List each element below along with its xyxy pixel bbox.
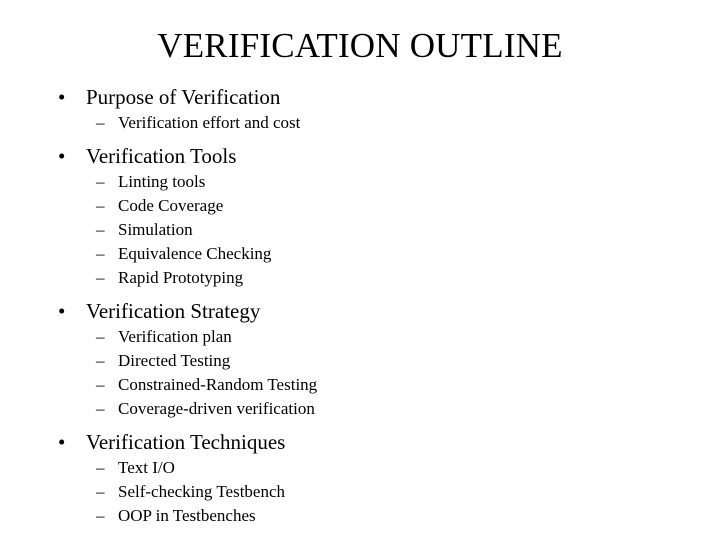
- bullet-dash-icon: –: [96, 196, 105, 215]
- bullet-item-level1[interactable]: • Verification Tools: [0, 143, 720, 170]
- bullet-item-level2-label: Verification plan: [118, 327, 232, 346]
- bullet-item-level1[interactable]: • Purpose of Verification: [0, 84, 720, 111]
- bullet-item-level2-label: Simulation: [118, 220, 193, 239]
- bullet-item-level2[interactable]: – Linting tools: [0, 170, 720, 194]
- bullet-item-level1-label: Verification Tools: [86, 144, 237, 168]
- bullet-dash-icon: –: [96, 482, 105, 501]
- bullet-dash-icon: –: [96, 172, 105, 191]
- bullet-dash-icon: –: [96, 220, 105, 239]
- bullet-dot-icon: •: [58, 85, 66, 109]
- bullet-item-level2-label: Text I/O: [118, 458, 175, 477]
- bullet-dash-icon: –: [96, 399, 105, 418]
- bullet-item-level2-label: Coverage-driven verification: [118, 399, 315, 418]
- bullet-item-level1-label: Verification Techniques: [86, 430, 286, 454]
- bullet-item-level2[interactable]: – Verification plan: [0, 325, 720, 349]
- bullet-item-level1-label: Purpose of Verification: [86, 85, 281, 109]
- bullet-item-level2[interactable]: – Directed Testing: [0, 349, 720, 373]
- bullet-dash-icon: –: [96, 113, 105, 132]
- outline-section-purpose-of-verification: • Purpose of Verification – Verification…: [0, 84, 720, 135]
- bullet-dash-icon: –: [96, 327, 105, 346]
- bullet-item-level1-label: Verification Strategy: [86, 299, 261, 323]
- bullet-item-level2[interactable]: – OOP in Testbenches: [0, 504, 720, 528]
- bullet-item-level2[interactable]: – Self-checking Testbench: [0, 480, 720, 504]
- outline-section-verification-tools: • Verification Tools – Linting tools – C…: [0, 143, 720, 290]
- bullet-item-level2-label: Code Coverage: [118, 196, 224, 215]
- page-title: VERIFICATION OUTLINE: [157, 26, 563, 65]
- bullet-dash-icon: –: [96, 458, 105, 477]
- bullet-item-level2[interactable]: – Simulation: [0, 218, 720, 242]
- presentation-slide: VERIFICATION OUTLINE • Purpose of Verifi…: [0, 0, 720, 540]
- bullet-dot-icon: •: [58, 144, 66, 168]
- bullet-item-level2-label: Constrained-Random Testing: [118, 375, 318, 394]
- bullet-item-level2[interactable]: – Coverage-driven verification: [0, 397, 720, 421]
- bullet-dash-icon: –: [96, 506, 105, 525]
- bullet-item-level2[interactable]: – Rapid Prototyping: [0, 266, 720, 290]
- bullet-item-level2-label: Self-checking Testbench: [118, 482, 286, 501]
- bullet-item-level2-label: Directed Testing: [118, 351, 231, 370]
- bullet-dot-icon: •: [58, 430, 66, 454]
- bullet-item-level2[interactable]: – Text I/O: [0, 456, 720, 480]
- bullet-item-level2[interactable]: – Code Coverage: [0, 194, 720, 218]
- bullet-item-level2-label: Equivalence Checking: [118, 244, 272, 263]
- bullet-item-level2-label: OOP in Testbenches: [118, 506, 256, 525]
- slide-content-body: • Purpose of Verification – Verification…: [0, 84, 720, 528]
- bullet-dot-icon: •: [58, 299, 66, 323]
- outline-section-verification-strategy: • Verification Strategy – Verification p…: [0, 298, 720, 421]
- bullet-dash-icon: –: [96, 244, 105, 263]
- bullet-item-level2-label: Linting tools: [118, 172, 206, 191]
- outline-section-verification-techniques: • Verification Techniques – Text I/O – S…: [0, 429, 720, 528]
- bullet-dash-icon: –: [96, 268, 105, 287]
- bullet-item-level2-label: Rapid Prototyping: [118, 268, 244, 287]
- bullet-item-level2-label: Verification effort and cost: [118, 113, 301, 132]
- bullet-item-level1[interactable]: • Verification Strategy: [0, 298, 720, 325]
- bullet-item-level2[interactable]: – Verification effort and cost: [0, 111, 720, 135]
- bullet-item-level2[interactable]: – Equivalence Checking: [0, 242, 720, 266]
- bullet-item-level1[interactable]: • Verification Techniques: [0, 429, 720, 456]
- bullet-dash-icon: –: [96, 375, 105, 394]
- bullet-dash-icon: –: [96, 351, 105, 370]
- bullet-item-level2[interactable]: – Constrained-Random Testing: [0, 373, 720, 397]
